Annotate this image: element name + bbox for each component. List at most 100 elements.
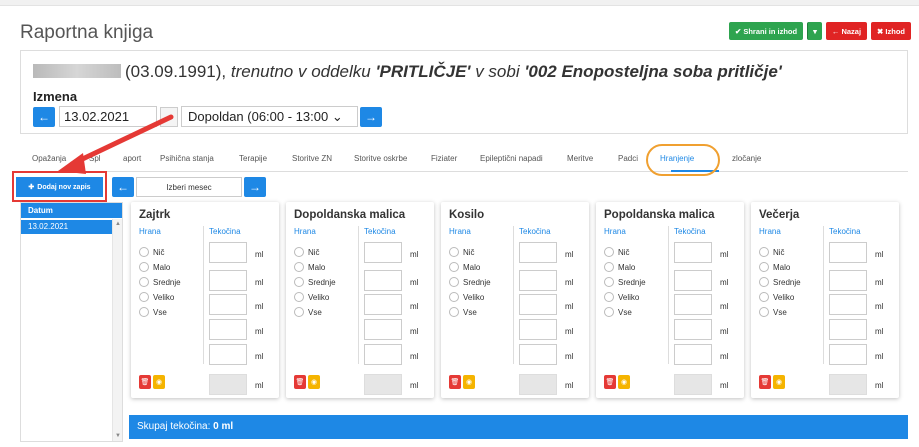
food-option[interactable]: Nič xyxy=(449,247,475,257)
radio-button[interactable] xyxy=(139,277,149,287)
radio-button[interactable] xyxy=(604,307,614,317)
tab-meritve[interactable]: Meritve xyxy=(567,154,593,163)
food-option[interactable]: Veliko xyxy=(449,292,484,302)
liquid-input[interactable] xyxy=(364,319,402,340)
tab-raport[interactable]: aport xyxy=(123,154,141,163)
food-option[interactable]: Nič xyxy=(604,247,630,257)
food-option[interactable]: Veliko xyxy=(139,292,174,302)
radio-button[interactable] xyxy=(604,262,614,272)
dates-scrollbar[interactable]: ▲ ▼ xyxy=(112,219,122,441)
radio-button[interactable] xyxy=(139,307,149,317)
date-row[interactable]: 13.02.2021 xyxy=(21,220,113,234)
radio-button[interactable] xyxy=(449,262,459,272)
food-option[interactable]: Srednje xyxy=(139,277,181,287)
radio-button[interactable] xyxy=(294,247,304,257)
food-option[interactable]: Vse xyxy=(139,307,167,317)
radio-button[interactable] xyxy=(449,277,459,287)
next-month-button[interactable]: → xyxy=(244,177,266,197)
food-option[interactable]: Nič xyxy=(759,247,785,257)
liquid-input[interactable] xyxy=(209,294,247,315)
radio-button[interactable] xyxy=(759,247,769,257)
food-option[interactable]: Veliko xyxy=(294,292,329,302)
food-option[interactable]: Nič xyxy=(294,247,320,257)
food-option[interactable]: Srednje xyxy=(294,277,336,287)
liquid-input[interactable] xyxy=(829,319,867,340)
shift-select[interactable]: Dopoldan (06:00 - 13:00 ⌄ xyxy=(181,106,358,127)
liquid-input[interactable] xyxy=(364,242,402,263)
liquid-input[interactable] xyxy=(674,319,712,340)
food-option[interactable]: Malo xyxy=(759,262,790,272)
radio-button[interactable] xyxy=(294,277,304,287)
month-picker-input[interactable]: Izberi mesec xyxy=(136,177,242,197)
radio-button[interactable] xyxy=(759,277,769,287)
food-option[interactable]: Vse xyxy=(604,307,632,317)
delete-button[interactable]: 🗑 xyxy=(294,375,306,389)
liquid-input[interactable] xyxy=(674,270,712,291)
food-option[interactable]: Veliko xyxy=(604,292,639,302)
delete-button[interactable]: 🗑 xyxy=(449,375,461,389)
liquid-input[interactable] xyxy=(209,344,247,365)
food-option[interactable]: Malo xyxy=(139,262,170,272)
liquid-input[interactable] xyxy=(364,270,402,291)
liquid-input[interactable] xyxy=(209,242,247,263)
prev-month-button[interactable]: ← xyxy=(112,177,134,197)
food-option[interactable]: Malo xyxy=(294,262,325,272)
next-shift-button[interactable]: → xyxy=(360,107,382,127)
liquid-input[interactable] xyxy=(364,294,402,315)
food-option[interactable]: Srednje xyxy=(449,277,491,287)
radio-button[interactable] xyxy=(759,262,769,272)
delete-button[interactable]: 🗑 xyxy=(139,375,151,389)
exit-button[interactable]: ✖ Izhod xyxy=(871,22,911,40)
liquid-input[interactable] xyxy=(829,242,867,263)
save-dropdown-button[interactable]: ▾ xyxy=(807,22,822,40)
delete-button[interactable]: 🗑 xyxy=(759,375,771,389)
food-option[interactable]: Vse xyxy=(759,307,787,317)
radio-button[interactable] xyxy=(449,247,459,257)
food-option[interactable]: Srednje xyxy=(759,277,801,287)
tab-psihicna-stanja[interactable]: Psihična stanja xyxy=(160,154,214,163)
food-option[interactable]: Srednje xyxy=(604,277,646,287)
view-button[interactable]: ◉ xyxy=(463,375,475,389)
tab-izlocanje[interactable]: zločanje xyxy=(732,154,761,163)
tab-padci[interactable]: Padci xyxy=(618,154,638,163)
liquid-input[interactable] xyxy=(209,270,247,291)
radio-button[interactable] xyxy=(449,292,459,302)
liquid-input[interactable] xyxy=(519,319,557,340)
prev-date-button[interactable]: ← xyxy=(33,107,55,127)
tab-fiziater[interactable]: Fiziater xyxy=(431,154,457,163)
scroll-down-icon[interactable]: ▼ xyxy=(115,433,121,439)
radio-button[interactable] xyxy=(294,292,304,302)
liquid-input[interactable] xyxy=(519,294,557,315)
tab-epilepticni-napadi[interactable]: Epileptični napadi xyxy=(480,154,543,163)
view-button[interactable]: ◉ xyxy=(308,375,320,389)
liquid-input[interactable] xyxy=(829,294,867,315)
food-option[interactable]: Veliko xyxy=(759,292,794,302)
food-option[interactable]: Nič xyxy=(139,247,165,257)
liquid-input[interactable] xyxy=(519,242,557,263)
liquid-input[interactable] xyxy=(674,242,712,263)
scroll-up-icon[interactable]: ▲ xyxy=(115,221,121,227)
view-button[interactable]: ◉ xyxy=(153,375,165,389)
radio-button[interactable] xyxy=(604,292,614,302)
tab-storitve-zn[interactable]: Storitve ZN xyxy=(292,154,332,163)
tab-terapije[interactable]: Terapije xyxy=(239,154,267,163)
radio-button[interactable] xyxy=(759,292,769,302)
food-option[interactable]: Malo xyxy=(449,262,480,272)
radio-button[interactable] xyxy=(139,262,149,272)
view-button[interactable]: ◉ xyxy=(773,375,785,389)
tab-storitve-oskrbe[interactable]: Storitve oskrbe xyxy=(354,154,407,163)
tab-splosno[interactable]: Spl xyxy=(89,154,101,163)
food-option[interactable]: Vse xyxy=(449,307,477,317)
radio-button[interactable] xyxy=(449,307,459,317)
view-button[interactable]: ◉ xyxy=(618,375,630,389)
radio-button[interactable] xyxy=(139,247,149,257)
date-field[interactable]: 13.02.2021 xyxy=(59,106,157,127)
save-exit-button[interactable]: ✔ Shrani in izhod xyxy=(728,22,804,40)
tab-opazanja[interactable]: Opažanja xyxy=(32,154,66,163)
liquid-input[interactable] xyxy=(209,319,247,340)
liquid-input[interactable] xyxy=(829,270,867,291)
date-picker-button[interactable] xyxy=(160,107,178,127)
radio-button[interactable] xyxy=(294,262,304,272)
radio-button[interactable] xyxy=(604,277,614,287)
liquid-input[interactable] xyxy=(519,270,557,291)
